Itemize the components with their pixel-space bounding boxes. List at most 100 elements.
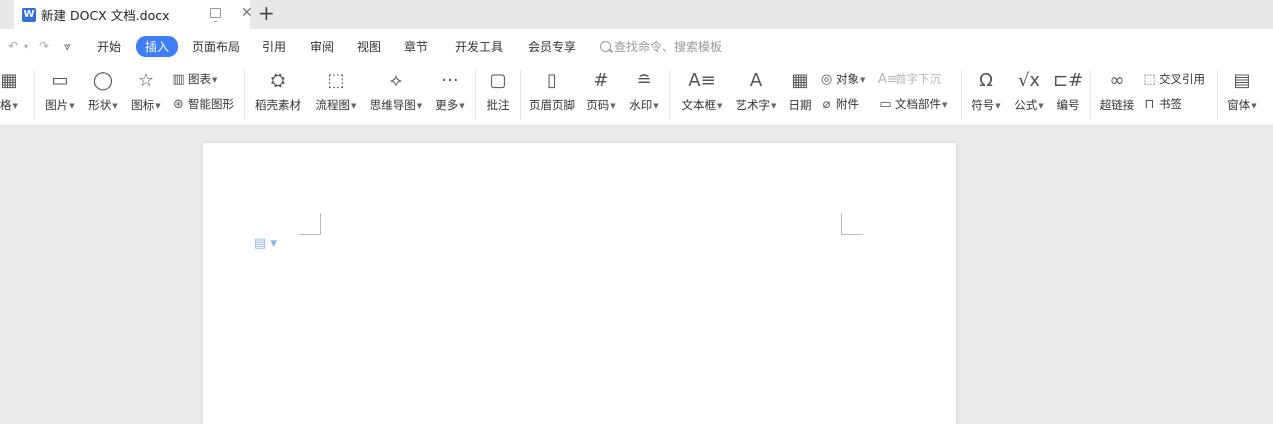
material-label: 稻壳素材	[255, 98, 301, 112]
cross-ref-icon: ⬚	[1143, 72, 1156, 87]
header-footer-icon: ▯	[547, 70, 557, 91]
bookmark-button[interactable]: ⊓ 书签	[1142, 96, 1182, 112]
comment-icon: ▢	[489, 70, 507, 91]
divider	[244, 70, 245, 120]
divider	[1217, 70, 1218, 120]
chart-icon: ▥	[172, 72, 185, 87]
attachment-button[interactable]: ⌀ 附件	[819, 96, 859, 112]
window-form-button[interactable]: ▤ 窗体▼	[1224, 70, 1260, 113]
chart-label: 图表	[188, 72, 211, 86]
bookmark-icon: ⊓	[1144, 97, 1155, 112]
drop-cap-button[interactable]: A≡首字下沉	[878, 71, 941, 87]
formula-button[interactable]: √x 公式▼	[1011, 70, 1047, 113]
more-button[interactable]: ··· 更多▼	[432, 70, 468, 113]
page-number-button[interactable]: # 页码▼	[583, 70, 619, 113]
wordart-label: 艺术字	[735, 98, 771, 112]
doc-parts-icon: ▭	[879, 97, 892, 112]
menu-page-layout[interactable]: 页面布局	[192, 38, 240, 55]
header-footer-button[interactable]: ▯ 页眉页脚	[526, 70, 578, 113]
undo-dropdown-icon[interactable]: ▾	[24, 42, 28, 51]
menu-insert[interactable]: 插入	[136, 36, 179, 57]
bookmark-label: 书签	[1159, 97, 1182, 111]
form-icon: ▤	[1233, 70, 1251, 91]
insert-ribbon: ▦ 格▼ ▭ 图片▼ ◯ 形状▼ ☆ 图标▼ ▥ 图表▼ ⊛ 智能图形 ⛭ 稻壳素材…	[0, 64, 1273, 126]
flowchart-button[interactable]: ⬚ 流程图▼	[312, 70, 360, 113]
undo-icon[interactable]: ↶	[8, 39, 18, 53]
new-tab-button[interactable]: +	[258, 3, 275, 23]
textbox-icon: A≡	[688, 70, 716, 91]
object-button[interactable]: ◎ 对象▼	[819, 71, 866, 87]
date-button[interactable]: ▦ 日期	[785, 70, 815, 113]
attachment-label: 附件	[836, 97, 859, 111]
numbering-icon: ⊏#	[1053, 70, 1084, 91]
divider	[961, 70, 962, 120]
redo-icon[interactable]: ↷	[39, 39, 49, 53]
search-placeholder: 查找命令、搜索模板	[614, 40, 723, 54]
window-form-label: 窗体	[1227, 98, 1251, 112]
margin-corner-top-left	[299, 213, 321, 235]
menu-home[interactable]: 开始	[97, 38, 121, 55]
cross-ref-button[interactable]: ⬚ 交叉引用	[1142, 71, 1205, 87]
mindmap-button[interactable]: ⟡ 思维导图▼	[367, 70, 425, 113]
paperclip-icon: ⌀	[822, 97, 831, 112]
comment-label: 批注	[486, 98, 510, 112]
material-button[interactable]: ⛭ 稻壳素材	[252, 70, 304, 113]
shape-button[interactable]: ◯ 形状▼	[85, 70, 121, 113]
flowchart-icon: ⬚	[327, 70, 345, 91]
tab-title: 新建 DOCX 文档.docx	[41, 8, 170, 23]
mindmap-label: 思维导图	[369, 98, 416, 112]
link-icon: ∞	[1109, 70, 1125, 91]
symbol-button[interactable]: Ω 符号▼	[968, 70, 1004, 113]
menu-view[interactable]: 视图	[357, 38, 381, 55]
wordart-icon: A	[749, 70, 763, 91]
icons-icon: ☆	[137, 70, 155, 91]
menu-review[interactable]: 审阅	[310, 38, 334, 55]
object-label: 对象	[836, 72, 859, 86]
title-bar: W 新建 DOCX 文档.docx ✕ +	[0, 0, 1273, 29]
symbol-label: 符号	[971, 98, 995, 112]
wps-writer-icon: W	[22, 7, 36, 22]
command-search[interactable]: 查找命令、搜索模板	[600, 38, 722, 55]
close-tab-icon[interactable]: ✕	[241, 6, 253, 20]
document-page[interactable]: ▤ ▾	[203, 143, 956, 424]
wordart-button[interactable]: A 艺术字▼	[732, 70, 780, 113]
doc-parts-button[interactable]: ▭ 文档部件▼	[878, 96, 947, 112]
smart-art-button[interactable]: ⊛ 智能图形	[171, 96, 234, 112]
icons-button[interactable]: ☆ 图标▼	[128, 70, 164, 113]
smart-art-icon: ⊛	[173, 97, 184, 112]
date-label: 日期	[788, 98, 812, 112]
watermark-button[interactable]: ≘ 水印▼	[626, 70, 662, 113]
comment-button[interactable]: ▢ 批注	[482, 70, 514, 113]
table-label: 格	[0, 98, 12, 112]
table-button[interactable]: ▦ 格▼	[0, 70, 24, 113]
hyperlink-button[interactable]: ∞ 超链接	[1097, 70, 1137, 113]
numbering-button[interactable]: ⊏# 编号	[1053, 70, 1083, 113]
drop-cap-icon: A≡	[878, 72, 898, 87]
watermark-label: 水印	[629, 98, 653, 112]
calendar-icon: ▦	[791, 70, 809, 91]
smart-art-label: 智能图形	[188, 97, 234, 111]
menu-chapter[interactable]: 章节	[404, 38, 428, 55]
cross-ref-label: 交叉引用	[1159, 72, 1205, 86]
divider	[669, 70, 670, 120]
divider	[475, 70, 476, 120]
chart-button[interactable]: ▥ 图表▼	[171, 71, 217, 87]
omega-icon: Ω	[979, 70, 993, 91]
picture-label: 图片	[45, 98, 69, 112]
divider	[34, 70, 35, 120]
menu-developer[interactable]: 开发工具	[455, 38, 503, 55]
paragraph-layout-icon[interactable]: ▤ ▾	[254, 236, 277, 251]
shape-icon: ◯	[92, 70, 114, 91]
document-tab[interactable]: W 新建 DOCX 文档.docx ✕	[14, 0, 253, 29]
drop-cap-label: 首字下沉	[895, 72, 941, 86]
hyperlink-label: 超链接	[1099, 98, 1135, 112]
customize-toolbar-icon[interactable]: ⩔	[64, 39, 71, 54]
object-icon: ◎	[820, 72, 833, 87]
margin-corner-top-right	[841, 213, 863, 235]
menu-member[interactable]: 会员专享	[528, 38, 576, 55]
page-number-icon: #	[593, 70, 609, 91]
textbox-button[interactable]: A≡ 文本框▼	[678, 70, 726, 113]
menu-references[interactable]: 引用	[262, 38, 286, 55]
float-window-icon[interactable]	[210, 8, 221, 22]
picture-button[interactable]: ▭ 图片▼	[42, 70, 78, 113]
